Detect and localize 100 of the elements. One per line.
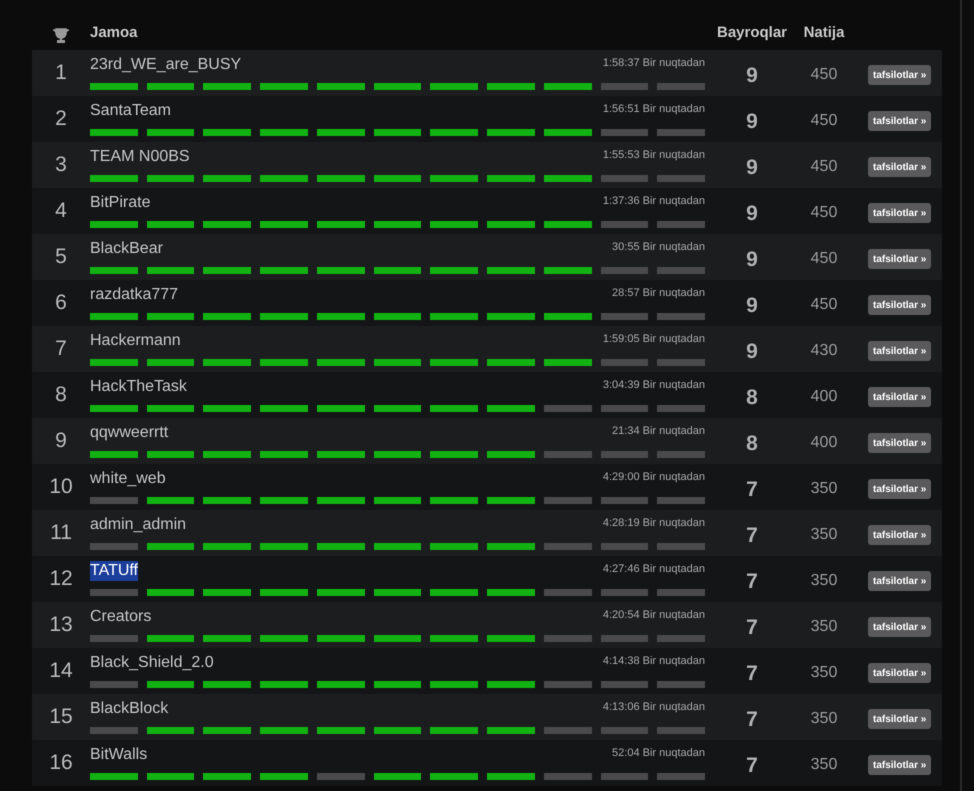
rank-number: 8 (55, 382, 67, 408)
score: 450 (810, 203, 838, 223)
solve-time: 52:04 Bir nuqtadan (612, 746, 705, 761)
solve-time: 1:59:05 Bir nuqtadan (602, 332, 705, 347)
solve-time: 30:55 Bir nuqtadan (612, 240, 705, 255)
details-button[interactable]: tafsilotlar » (868, 525, 932, 545)
details-button[interactable]: tafsilotlar » (868, 571, 932, 591)
score: 450 (810, 295, 838, 315)
rank-number: 14 (49, 658, 73, 684)
solve-time: 1:55:53 Bir nuqtadan (602, 148, 705, 163)
details-button[interactable]: tafsilotlar » (868, 433, 932, 453)
rank-number: 9 (55, 428, 67, 454)
team-name: Creators (90, 607, 152, 627)
solve-time: 1:37:36 Bir nuqtadan (602, 194, 705, 209)
trophy-icon (52, 28, 70, 44)
rank-number: 1 (55, 60, 67, 86)
details-button[interactable]: tafsilotlar » (868, 203, 932, 223)
team-name: razdatka777 (90, 285, 178, 305)
column-header: Jamoa (90, 24, 138, 40)
flag-count: 9 (746, 155, 758, 182)
rank-number: 13 (49, 612, 73, 638)
score: 350 (810, 755, 838, 775)
score: 450 (810, 65, 838, 85)
rank-number: 6 (55, 290, 67, 316)
flag-count: 7 (746, 569, 758, 596)
team-name: BlackBear (90, 239, 163, 259)
score: 350 (810, 479, 838, 499)
rank-number: 3 (55, 152, 67, 178)
column-header: Natija (804, 22, 844, 42)
details-button[interactable]: tafsilotlar » (868, 295, 932, 315)
rank-number: 11 (50, 520, 72, 546)
rank-number: 2 (55, 106, 67, 132)
solve-time: 4:27:46 Bir nuqtadan (602, 562, 705, 577)
team-name: admin_admin (90, 515, 186, 535)
solve-time: 4:13:06 Bir nuqtadan (602, 700, 705, 715)
solve-time: 3:04:39 Bir nuqtadan (602, 378, 705, 393)
score: 430 (810, 341, 838, 361)
team-name: BitPirate (90, 193, 150, 213)
score: 350 (810, 617, 838, 637)
score: 400 (810, 387, 838, 407)
score: 350 (810, 709, 838, 729)
flag-count: 7 (746, 707, 758, 734)
details-button[interactable]: tafsilotlar » (868, 479, 932, 499)
flag-count: 9 (746, 63, 758, 90)
flag-count: 9 (746, 293, 758, 320)
flag-count: 8 (746, 431, 758, 458)
solve-time: 4:28:19 Bir nuqtadan (602, 516, 705, 531)
team-name: HackTheTask (90, 377, 187, 397)
solve-time: 4:14:38 Bir nuqtadan (602, 654, 705, 669)
team-name: Black_Shield_2.0 (90, 653, 214, 673)
rank-number: 12 (49, 566, 73, 592)
score: 450 (810, 111, 838, 131)
column-header: Bayroqlar (716, 22, 788, 42)
score: 450 (810, 249, 838, 269)
flag-count: 7 (746, 477, 758, 504)
details-button[interactable]: tafsilotlar » (868, 663, 932, 683)
team-name: qqwweerrtt (90, 423, 168, 443)
rank-number: 7 (55, 336, 67, 362)
details-button[interactable]: tafsilotlar » (868, 709, 932, 729)
solve-time: 1:56:51 Bir nuqtadan (602, 102, 705, 117)
team-name: TATUff (90, 561, 138, 581)
details-button[interactable]: tafsilotlar » (868, 341, 932, 361)
solve-time: 28:57 Bir nuqtadan (612, 286, 705, 301)
rank-number: 16 (49, 750, 73, 776)
flag-count: 9 (746, 201, 758, 228)
flag-count: 7 (746, 753, 758, 780)
solve-time: 4:20:54 Bir nuqtadan (602, 608, 705, 623)
rank-number: 10 (49, 474, 73, 500)
team-name: SantaTeam (90, 101, 171, 121)
flag-count: 8 (746, 385, 758, 412)
details-button[interactable]: tafsilotlar » (868, 387, 932, 407)
solve-time: 1:58:37 Bir nuqtadan (602, 56, 705, 71)
team-name: 23rd_WE_are_BUSY (90, 55, 242, 75)
flag-count: 9 (746, 247, 758, 274)
solve-time: 21:34 Bir nuqtadan (612, 424, 705, 439)
score: 350 (810, 663, 838, 683)
flag-count: 9 (746, 339, 758, 366)
flag-count: 7 (746, 615, 758, 642)
rank-number: 15 (49, 704, 73, 730)
team-name: BitWalls (90, 745, 148, 765)
score: 350 (810, 525, 838, 545)
details-button[interactable]: tafsilotlar » (868, 617, 932, 637)
details-button[interactable]: tafsilotlar » (868, 111, 932, 131)
rank-number: 5 (55, 244, 67, 270)
team-name: TEAM N00BS (90, 147, 190, 167)
score: 400 (810, 433, 838, 453)
team-name: BlackBlock (90, 699, 168, 719)
score: 450 (810, 157, 838, 177)
solve-time: 4:29:00 Bir nuqtadan (602, 470, 705, 485)
details-button[interactable]: tafsilotlar » (868, 65, 932, 85)
details-button[interactable]: tafsilotlar » (868, 755, 932, 775)
rank-number: 4 (55, 198, 67, 224)
flag-count: 7 (746, 523, 758, 550)
flag-count: 7 (746, 661, 758, 688)
details-button[interactable]: tafsilotlar » (868, 249, 932, 269)
score: 350 (810, 571, 838, 591)
details-button[interactable]: tafsilotlar » (868, 157, 932, 177)
team-name: white_web (90, 469, 166, 489)
flag-count: 9 (746, 109, 758, 136)
team-name: Hackermann (90, 331, 181, 351)
